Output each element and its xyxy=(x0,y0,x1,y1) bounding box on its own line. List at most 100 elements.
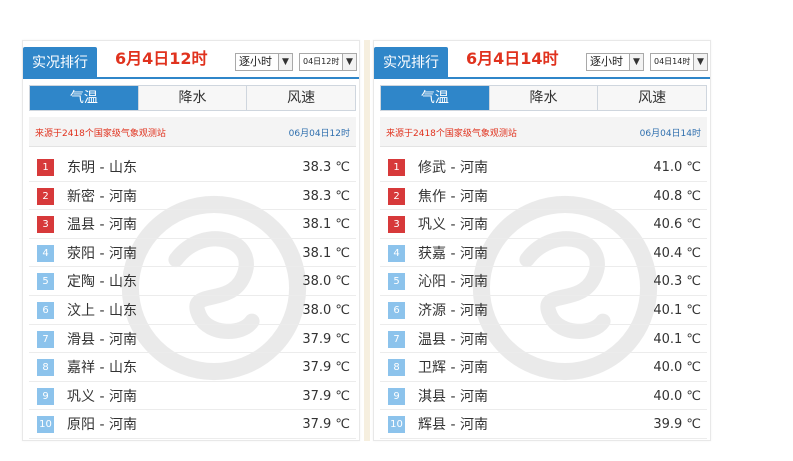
temperature-value: 37.9 ℃ xyxy=(302,388,350,404)
ranking-row[interactable]: 5 沁阳 - 河南 40.3 ℃ xyxy=(380,267,707,296)
rank-badge: 5 xyxy=(388,273,405,291)
tab-wind-speed[interactable]: 风速 xyxy=(246,86,356,110)
chevron-down-icon[interactable]: ▼ xyxy=(342,54,356,70)
ranking-row[interactable]: 2 焦作 - 河南 40.8 ℃ xyxy=(380,182,707,211)
ranking-tab[interactable]: 实况排行 xyxy=(23,47,97,79)
stage: 实况排行 6月4日12时 逐小时 ▼ 04日12时 ▼ 气温 降水 风速 来源于2418个国家级气… xyxy=(0,0,793,461)
ranking-row[interactable]: 7 滑县 - 河南 37.9 ℃ xyxy=(29,325,356,354)
ranking-row[interactable]: 9 淇县 - 河南 40.0 ℃ xyxy=(380,382,707,411)
station-name: 淇县 - 河南 xyxy=(418,388,488,405)
panel-divider xyxy=(364,40,370,441)
ranking-row[interactable]: 6 济源 - 河南 40.1 ℃ xyxy=(380,296,707,325)
ranking-row[interactable]: 8 卫辉 - 河南 40.0 ℃ xyxy=(380,353,707,382)
station-name: 定陶 - 山东 xyxy=(67,274,137,291)
ranking-row[interactable]: 4 荥阳 - 河南 38.1 ℃ xyxy=(29,239,356,268)
chevron-down-icon[interactable]: ▼ xyxy=(629,54,643,70)
chevron-down-icon[interactable]: ▼ xyxy=(693,54,707,70)
station-name: 获嘉 - 河南 xyxy=(418,245,488,262)
ranking-row[interactable]: 2 新密 - 河南 38.3 ℃ xyxy=(29,182,356,211)
station-name: 原阳 - 河南 xyxy=(67,417,137,434)
rank-badge: 3 xyxy=(37,216,54,234)
hourly-select[interactable]: 逐小时 ▼ xyxy=(586,53,644,71)
time-select-value: 04日12时 xyxy=(303,57,340,66)
ranking-row[interactable]: 3 巩义 - 河南 40.6 ℃ xyxy=(380,210,707,239)
tab-temperature[interactable]: 气温 xyxy=(381,86,489,110)
temperature-value: 38.0 ℃ xyxy=(302,302,350,318)
ranking-list: 1 东明 - 山东 38.3 ℃ 2 新密 - 河南 38.3 ℃ 3 温县 - 河南 38.1… xyxy=(29,153,356,439)
temperature-value: 40.0 ℃ xyxy=(653,388,701,404)
time-select[interactable]: 04日12时 ▼ xyxy=(299,53,357,71)
station-name: 济源 - 河南 xyxy=(418,302,488,319)
rank-badge: 4 xyxy=(388,244,405,262)
temperature-value: 37.9 ℃ xyxy=(302,331,350,347)
rank-badge: 10 xyxy=(388,416,405,434)
panel-header: 实况排行 6月4日14时 逐小时 ▼ 04日14时 ▼ xyxy=(374,41,710,79)
station-name: 温县 - 河南 xyxy=(67,217,137,234)
ranking-row[interactable]: 1 修武 - 河南 41.0 ℃ xyxy=(380,153,707,182)
hourly-select[interactable]: 逐小时 ▼ xyxy=(235,53,293,71)
rank-badge: 2 xyxy=(37,187,54,205)
ranking-panel-14h: 实况排行 6月4日14时 逐小时 ▼ 04日14时 ▼ 气温 降水 风速 来源于2418个国家级气… xyxy=(373,40,711,441)
time-select-value: 04日14时 xyxy=(654,57,691,66)
station-name: 汶上 - 山东 xyxy=(67,302,137,319)
temperature-value: 38.3 ℃ xyxy=(302,188,350,204)
ranking-row[interactable]: 4 获嘉 - 河南 40.4 ℃ xyxy=(380,239,707,268)
station-name: 东明 - 山东 xyxy=(67,160,137,176)
station-name: 温县 - 河南 xyxy=(418,331,488,348)
ranking-list: 1 修武 - 河南 41.0 ℃ 2 焦作 - 河南 40.8 ℃ 3 巩义 - 河南 40.6… xyxy=(380,153,707,439)
observation-time: 06月04日12时 xyxy=(288,129,350,139)
ranking-row[interactable]: 7 温县 - 河南 40.1 ℃ xyxy=(380,325,707,354)
ranking-row[interactable]: 10 原阳 - 河南 37.9 ℃ xyxy=(29,410,356,439)
time-title: 6月4日12时 xyxy=(115,49,208,68)
chevron-down-icon[interactable]: ▼ xyxy=(278,54,292,70)
rank-badge: 6 xyxy=(388,301,405,319)
rank-badge: 7 xyxy=(37,330,54,348)
source-note: 来源于2418个国家级气象观测站 xyxy=(35,129,166,139)
ranking-row[interactable]: 8 嘉祥 - 山东 37.9 ℃ xyxy=(29,353,356,382)
station-name: 嘉祥 - 山东 xyxy=(67,360,137,377)
temperature-value: 40.6 ℃ xyxy=(653,217,701,233)
observation-time: 06月04日14时 xyxy=(639,129,701,139)
temperature-value: 39.9 ℃ xyxy=(653,417,701,433)
time-title: 6月4日14时 xyxy=(466,49,559,68)
station-name: 新密 - 河南 xyxy=(67,188,137,205)
ranking-row[interactable]: 5 定陶 - 山东 38.0 ℃ xyxy=(29,267,356,296)
ranking-row[interactable]: 6 汶上 - 山东 38.0 ℃ xyxy=(29,296,356,325)
station-name: 沁阳 - 河南 xyxy=(418,274,488,291)
temperature-value: 38.0 ℃ xyxy=(302,274,350,290)
tab-wind-speed[interactable]: 风速 xyxy=(597,86,707,110)
ranking-row[interactable]: 9 巩义 - 河南 37.9 ℃ xyxy=(29,382,356,411)
ranking-row[interactable]: 10 辉县 - 河南 39.9 ℃ xyxy=(380,410,707,439)
temperature-value: 40.1 ℃ xyxy=(653,302,701,318)
rank-badge: 9 xyxy=(388,387,405,405)
ranking-panel-12h: 实况排行 6月4日12时 逐小时 ▼ 04日12时 ▼ 气温 降水 风速 来源于2418个国家级气… xyxy=(22,40,360,441)
tab-precipitation[interactable]: 降水 xyxy=(137,86,247,110)
station-name: 卫辉 - 河南 xyxy=(418,360,488,377)
ranking-tab[interactable]: 实况排行 xyxy=(374,47,448,79)
rank-badge: 8 xyxy=(37,359,54,377)
temperature-value: 37.9 ℃ xyxy=(302,360,350,376)
metric-tabs: 气温 降水 风速 xyxy=(380,85,707,111)
temperature-value: 38.3 ℃ xyxy=(302,160,350,175)
source-bar: 来源于2418个国家级气象观测站 06月04日12时 xyxy=(29,117,356,147)
tab-precipitation[interactable]: 降水 xyxy=(488,86,598,110)
time-select[interactable]: 04日14时 ▼ xyxy=(650,53,708,71)
rank-badge: 3 xyxy=(388,216,405,234)
rank-badge: 2 xyxy=(388,187,405,205)
ranking-row[interactable]: 3 温县 - 河南 38.1 ℃ xyxy=(29,210,356,239)
station-name: 巩义 - 河南 xyxy=(67,388,137,405)
temperature-value: 37.9 ℃ xyxy=(302,417,350,433)
ranking-row[interactable]: 1 东明 - 山东 38.3 ℃ xyxy=(29,153,356,182)
rank-badge: 5 xyxy=(37,273,54,291)
temperature-value: 40.3 ℃ xyxy=(653,274,701,290)
hourly-select-value: 逐小时 xyxy=(590,55,623,68)
temperature-value: 40.1 ℃ xyxy=(653,331,701,347)
rank-badge: 9 xyxy=(37,387,54,405)
tab-temperature[interactable]: 气温 xyxy=(30,86,138,110)
station-name: 荥阳 - 河南 xyxy=(67,245,137,262)
station-name: 焦作 - 河南 xyxy=(418,188,488,205)
station-name: 巩义 - 河南 xyxy=(418,217,488,234)
temperature-value: 41.0 ℃ xyxy=(653,160,701,175)
source-bar: 来源于2418个国家级气象观测站 06月04日14时 xyxy=(380,117,707,147)
station-name: 修武 - 河南 xyxy=(418,160,488,176)
